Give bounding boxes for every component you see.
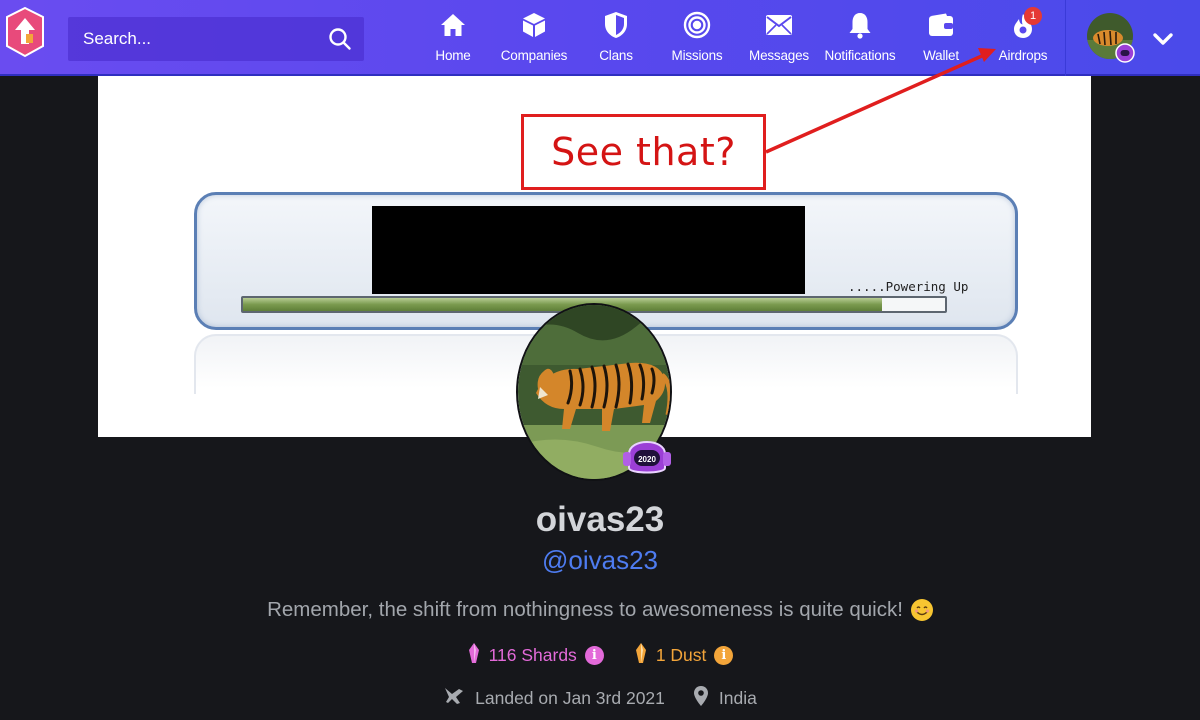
top-nav-bar: Home Companies Clans Missions Messages N… <box>0 0 1200 76</box>
chevron-down-icon[interactable] <box>1150 26 1176 52</box>
astronaut-helmet-badge-icon: 2020 <box>619 428 675 480</box>
nav-companies[interactable]: Companies <box>492 9 576 69</box>
envelope-icon <box>765 9 793 41</box>
wallet-icon <box>928 9 954 41</box>
nav-wallet[interactable]: Wallet <box>899 9 983 69</box>
nav-home-label: Home <box>435 48 471 63</box>
search-input[interactable] <box>68 17 316 61</box>
profile-stats: 116 Shards i 1 Dust i <box>0 642 1200 669</box>
profile-display-name: oivas23 <box>535 500 665 539</box>
landed-date-text: Landed on Jan 3rd 2021 <box>475 688 665 708</box>
search-icon[interactable] <box>316 17 364 61</box>
shards-info-icon[interactable]: i <box>584 646 604 665</box>
dust-count: 1 Dust <box>655 645 707 665</box>
shards-stat[interactable]: 116 Shards i <box>467 642 604 669</box>
search-box <box>68 17 364 61</box>
profile-bio-text: Remember, the shift from nothingness to … <box>267 598 903 621</box>
nav-companies-label: Companies <box>500 48 568 63</box>
shield-icon <box>604 9 628 41</box>
shards-count: 116 Shards <box>488 645 577 665</box>
annotation-callout-text: See that? <box>551 130 736 174</box>
app-logo-icon[interactable] <box>4 6 46 64</box>
target-icon <box>683 9 711 41</box>
profile-handle[interactable]: @oivas23 <box>0 545 1200 576</box>
location: India <box>693 685 757 712</box>
map-pin-icon <box>693 685 709 712</box>
cube-icon <box>521 9 547 41</box>
dust-info-icon[interactable]: i <box>714 646 734 665</box>
bell-icon <box>848 9 872 41</box>
shard-icon <box>467 642 481 669</box>
profile-meta: Landed on Jan 3rd 2021 India <box>0 685 1200 712</box>
nav-wallet-label: Wallet <box>923 48 959 63</box>
home-icon <box>440 9 466 41</box>
nav-clans[interactable]: Clans <box>574 9 658 69</box>
nav-clans-label: Clans <box>599 48 633 63</box>
landing-rocket-icon <box>443 686 465 711</box>
landed-date: Landed on Jan 3rd 2021 <box>443 685 665 712</box>
avatar-helmet-badge-icon <box>1115 43 1135 63</box>
nav-notifications-label: Notifications <box>824 48 896 63</box>
nav-airdrops[interactable]: 1 Airdrops <box>981 7 1065 69</box>
nav-home[interactable]: Home <box>411 9 495 69</box>
powering-up-text: .....Powering Up <box>848 279 969 294</box>
nav-missions[interactable]: Missions <box>655 9 739 69</box>
nav-messages-label: Messages <box>749 48 809 63</box>
dust-stat[interactable]: 1 Dust i <box>634 642 734 669</box>
redacted-block <box>372 206 805 294</box>
helmet-year-label: 2020 <box>638 455 656 464</box>
dust-icon <box>634 642 648 669</box>
nav-missions-label: Missions <box>671 48 723 63</box>
profile-bio: Remember, the shift from nothingness to … <box>0 598 1200 622</box>
annotation-callout: See that? <box>521 114 766 190</box>
nav-divider <box>1065 0 1066 76</box>
nav-notifications[interactable]: Notifications <box>818 9 902 69</box>
airdrop-icon: 1 <box>1010 7 1042 41</box>
nav-messages[interactable]: Messages <box>737 9 821 69</box>
location-text: India <box>718 688 757 708</box>
smiling-emoji-icon <box>910 599 933 621</box>
user-avatar[interactable] <box>1086 12 1135 63</box>
nav-airdrops-label: Airdrops <box>998 48 1048 63</box>
airdrops-count-badge: 1 <box>1024 7 1042 25</box>
loading-progress-fill <box>243 298 882 311</box>
